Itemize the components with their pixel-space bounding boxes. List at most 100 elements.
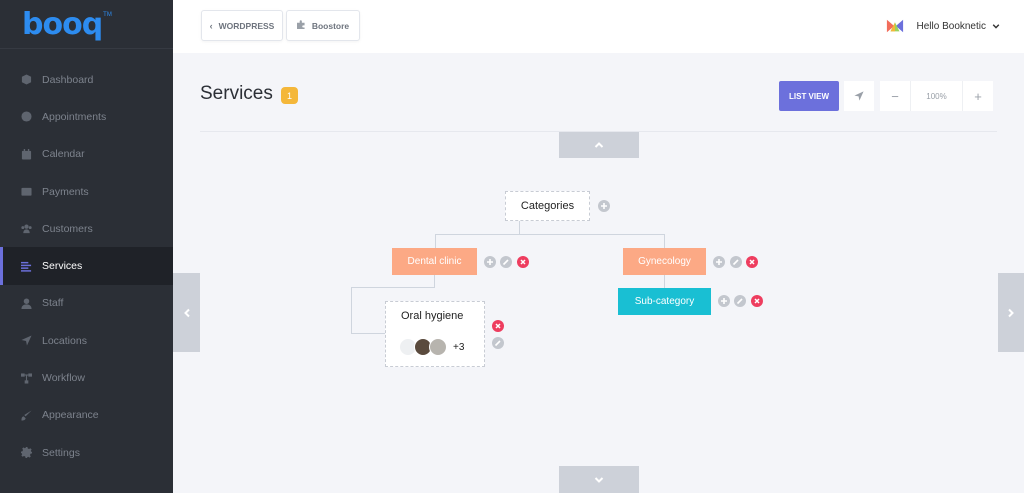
pencil-icon	[502, 259, 509, 266]
wordpress-label: WORDPRESS	[218, 20, 275, 31]
plus-icon	[716, 259, 722, 265]
sidebar-item-customers[interactable]: Customers	[0, 210, 173, 247]
sidebar-item-appearance[interactable]: Appearance	[0, 397, 173, 434]
close-icon	[495, 323, 501, 329]
chevron-up-icon	[594, 142, 604, 148]
sidebar-item-label: Services	[42, 260, 83, 273]
chevron-left-icon: ‹	[209, 20, 213, 31]
subcategory-node[interactable]: Sub-category	[618, 288, 711, 315]
chevron-right-icon	[1008, 308, 1014, 317]
booknetic-logo-icon	[886, 19, 903, 33]
gear-icon	[21, 447, 32, 459]
sidebar-item-locations[interactable]: Locations	[0, 322, 173, 359]
extra-staff-count: +3	[453, 341, 465, 353]
recenter-button[interactable]	[844, 81, 874, 111]
list-view-button[interactable]: LIST VIEW	[779, 81, 839, 111]
delete-subcategory-button[interactable]	[751, 295, 763, 307]
sidebar-item-label: Dashboard	[42, 73, 94, 86]
sidebar: booq TM Dashboard Appointments Calendar …	[0, 0, 173, 493]
sidebar-item-label: Settings	[42, 446, 80, 459]
chevron-left-icon	[183, 308, 190, 317]
delete-category-button[interactable]	[517, 256, 529, 268]
list-icon	[21, 261, 32, 272]
logo-trademark: TM	[103, 12, 112, 18]
sidebar-item-label: Staff	[42, 297, 64, 310]
close-icon	[520, 259, 526, 265]
add-subcategory-button[interactable]	[713, 256, 725, 268]
sidebar-item-appointments[interactable]: Appointments	[0, 98, 173, 135]
edit-category-button[interactable]	[730, 256, 742, 268]
tree-connector	[435, 234, 665, 235]
delete-service-button[interactable]	[492, 320, 504, 332]
plus-icon	[487, 259, 493, 265]
plus-icon	[721, 298, 727, 304]
edit-subcategory-button[interactable]	[734, 295, 746, 307]
add-subcategory-button[interactable]	[484, 256, 496, 268]
sidebar-item-staff[interactable]: Staff	[0, 285, 173, 322]
tree-connector	[351, 287, 352, 334]
pan-down-button[interactable]	[559, 466, 639, 493]
location-arrow-icon	[854, 91, 864, 101]
sidebar-item-label: Payments	[42, 185, 89, 198]
tree-connector	[664, 234, 665, 248]
tree-connector	[351, 287, 435, 288]
chevron-down-icon	[992, 24, 1000, 29]
workflow-icon	[21, 372, 32, 384]
user-menu[interactable]: Hello Booknetic	[886, 17, 1000, 35]
boostore-button[interactable]: Boostore	[286, 10, 360, 41]
sidebar-item-label: Calendar	[42, 148, 85, 161]
logo-text: booq	[22, 6, 103, 42]
add-subcategory-button[interactable]	[718, 295, 730, 307]
sidebar-item-calendar[interactable]: Calendar	[0, 136, 173, 173]
wordpress-back-button[interactable]: ‹ WORDPRESS	[201, 10, 283, 41]
tree-connector	[435, 234, 436, 248]
edit-category-button[interactable]	[500, 256, 512, 268]
topbar: ‹ WORDPRESS Boostore Hello Booknetic	[173, 0, 1024, 53]
service-card[interactable]: Oral hygiene +3	[385, 301, 485, 367]
avatar	[429, 338, 447, 356]
categories-root-node[interactable]: Categories	[505, 191, 590, 221]
location-arrow-icon	[21, 335, 32, 346]
calendar-icon	[21, 148, 32, 160]
pan-left-button[interactable]	[173, 273, 200, 352]
sidebar-nav: Dashboard Appointments Calendar Payments…	[0, 61, 173, 471]
sidebar-item-label: Appearance	[42, 409, 99, 422]
tree-connector	[664, 275, 665, 288]
users-icon	[21, 223, 32, 234]
clock-icon	[21, 111, 32, 122]
user-greeting: Hello Booknetic	[916, 20, 986, 32]
sidebar-item-workflow[interactable]: Workflow	[0, 359, 173, 396]
edit-service-button[interactable]	[492, 337, 504, 349]
zoom-level: 100%	[910, 81, 963, 111]
page-title: Services	[200, 83, 273, 104]
service-name: Oral hygiene	[401, 310, 464, 322]
category-node-gynecology[interactable]: Gynecology	[623, 248, 706, 275]
sidebar-item-settings[interactable]: Settings	[0, 434, 173, 471]
sidebar-item-label: Customers	[42, 222, 93, 235]
pan-right-button[interactable]	[998, 273, 1024, 352]
pencil-icon	[732, 259, 739, 266]
chevron-down-icon	[594, 476, 604, 483]
zoom-in-button[interactable]: +	[963, 81, 993, 111]
boostore-label: Boostore	[311, 20, 350, 31]
puzzle-icon	[296, 20, 306, 31]
cube-icon	[21, 74, 32, 85]
sidebar-item-label: Locations	[42, 334, 87, 347]
zoom-control: − 100% +	[880, 81, 993, 111]
add-category-button[interactable]	[598, 200, 610, 212]
wallet-icon	[21, 186, 32, 197]
sidebar-item-services[interactable]: Services	[0, 247, 173, 286]
sidebar-item-payments[interactable]: Payments	[0, 173, 173, 210]
plus-icon	[601, 203, 607, 209]
zoom-out-button[interactable]: −	[880, 81, 910, 111]
category-node-dental-clinic[interactable]: Dental clinic	[392, 248, 477, 275]
brand-logo[interactable]: booq TM	[0, 0, 173, 49]
sidebar-item-label: Appointments	[42, 110, 107, 123]
tree-connector	[351, 333, 385, 334]
delete-category-button[interactable]	[746, 256, 758, 268]
sidebar-item-dashboard[interactable]: Dashboard	[0, 61, 173, 98]
close-icon	[749, 259, 755, 265]
staff-avatars: +3	[399, 338, 464, 356]
close-icon	[754, 298, 760, 304]
pan-up-button[interactable]	[559, 132, 639, 158]
